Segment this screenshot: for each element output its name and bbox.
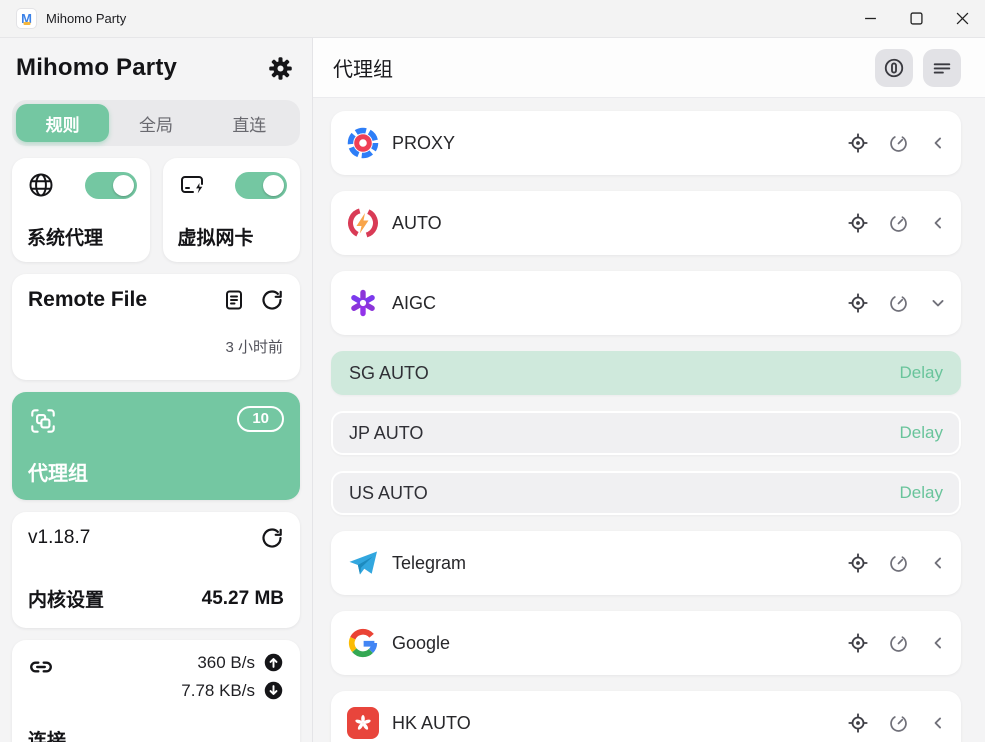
proxy-node-row[interactable]: SG AUTO Delay <box>331 351 961 395</box>
locate-icon[interactable] <box>847 632 869 654</box>
delay-test-gauge-icon[interactable] <box>887 712 909 734</box>
main-header: 代理组 <box>313 38 985 98</box>
download-speed: 7.78 KB/s <box>181 681 255 701</box>
globe-icon <box>27 171 55 199</box>
tab-global-mode[interactable]: 全局 <box>109 104 202 142</box>
core-card[interactable]: v1.18.7 内核设置 45.27 MB <box>12 512 300 628</box>
proxy-node-name: SG AUTO <box>349 363 429 384</box>
proxy-group-row[interactable]: PROXY <box>331 111 961 175</box>
delay-test-gauge-icon[interactable] <box>887 212 909 234</box>
google-g-icon <box>347 627 379 659</box>
lightning-ring-icon <box>347 207 379 239</box>
window-title: Mihomo Party <box>46 11 126 26</box>
proxy-group-row[interactable]: Google <box>331 611 961 675</box>
chevron-left-icon[interactable] <box>927 632 949 654</box>
link-icon <box>28 654 54 680</box>
download-arrow-icon <box>263 680 284 701</box>
proxy-groups-count-badge: 10 <box>237 406 284 432</box>
delay-test-gauge-icon[interactable] <box>887 552 909 574</box>
core-settings-label: 内核设置 <box>28 585 104 612</box>
system-proxy-label: 系统代理 <box>27 223 137 250</box>
system-proxy-toggle[interactable] <box>85 172 137 199</box>
profile-title: Remote File <box>28 288 147 312</box>
restart-core-icon[interactable] <box>260 526 284 550</box>
proxy-groups-icon <box>28 406 58 436</box>
locate-icon[interactable] <box>847 552 869 574</box>
locate-icon[interactable] <box>847 132 869 154</box>
hk-flag-icon <box>347 707 379 739</box>
chevron-left-icon[interactable] <box>927 132 949 154</box>
main-panel: 代理组 PROXY <box>312 38 985 742</box>
proxy-group-name: AIGC <box>392 293 436 314</box>
connections-card[interactable]: 360 B/s 7.78 KB/s <box>12 640 300 742</box>
chevron-down-icon[interactable] <box>927 292 949 314</box>
sidebar-app-title: Mihomo Party <box>16 54 177 82</box>
proxy-group-row[interactable]: AIGC <box>331 271 961 335</box>
upload-speed: 360 B/s <box>197 653 255 673</box>
tun-label: 虚拟网卡 <box>178 223 288 250</box>
chevron-left-icon[interactable] <box>927 712 949 734</box>
tab-direct-mode[interactable]: 直连 <box>203 104 296 142</box>
delay-test-gauge-icon[interactable] <box>887 632 909 654</box>
proxy-groups-label: 代理组 <box>28 457 88 486</box>
edit-file-icon[interactable] <box>222 288 246 312</box>
proxy-group-row[interactable]: AUTO <box>331 191 961 255</box>
refresh-profile-icon[interactable] <box>260 288 284 312</box>
core-version: v1.18.7 <box>28 527 90 549</box>
proxy-group-name: AUTO <box>392 213 442 234</box>
virtual-nic-icon <box>178 171 206 199</box>
proxy-target-icon <box>347 127 379 159</box>
proxy-group-row[interactable]: HK AUTO <box>331 691 961 742</box>
profile-updated-time: 3 小时前 <box>225 336 283 357</box>
locate-icon[interactable] <box>847 292 869 314</box>
maximize-button[interactable] <box>893 0 939 37</box>
tun-toggle[interactable] <box>235 172 287 199</box>
close-button[interactable] <box>939 0 985 37</box>
sidebar: Mihomo Party 规则 全局 直连 <box>0 38 312 742</box>
proxy-group-row[interactable]: Telegram <box>331 531 961 595</box>
settings-gear-icon[interactable] <box>266 54 294 82</box>
proxy-detail-toggle-button[interactable] <box>875 49 913 87</box>
connections-label: 连接 <box>28 726 66 742</box>
proxy-node-name: JP AUTO <box>349 423 423 444</box>
page-title: 代理组 <box>333 53 393 82</box>
proxy-group-name: PROXY <box>392 133 455 154</box>
tab-rule-mode[interactable]: 规则 <box>16 104 109 142</box>
outbound-mode-tabs: 规则 全局 直连 <box>12 100 300 146</box>
chevron-left-icon[interactable] <box>927 212 949 234</box>
delay-label[interactable]: Delay <box>900 363 943 383</box>
proxy-group-list: PROXY <box>313 98 985 742</box>
delay-label[interactable]: Delay <box>900 483 943 503</box>
chevron-left-icon[interactable] <box>927 552 949 574</box>
system-proxy-card[interactable]: 系统代理 <box>12 158 150 262</box>
core-memory-usage: 45.27 MB <box>202 588 284 610</box>
proxy-node-row[interactable]: JP AUTO Delay <box>331 411 961 455</box>
sort-options-button[interactable] <box>923 49 961 87</box>
sidebar-item-proxy-groups[interactable]: 10 代理组 <box>12 392 300 500</box>
openai-flower-icon <box>347 287 379 319</box>
proxy-node-row[interactable]: US AUTO Delay <box>331 471 961 515</box>
window-titlebar: M Mihomo Party <box>0 0 985 38</box>
minimize-button[interactable] <box>847 0 893 37</box>
tun-card[interactable]: 虚拟网卡 <box>163 158 301 262</box>
proxy-group-name: Telegram <box>392 553 466 574</box>
delay-test-gauge-icon[interactable] <box>887 132 909 154</box>
upload-arrow-icon <box>263 652 284 673</box>
locate-icon[interactable] <box>847 212 869 234</box>
delay-test-gauge-icon[interactable] <box>887 292 909 314</box>
proxy-group-name: Google <box>392 633 450 654</box>
proxy-node-name: US AUTO <box>349 483 428 504</box>
app-logo-icon: M <box>17 9 36 28</box>
locate-icon[interactable] <box>847 712 869 734</box>
delay-label[interactable]: Delay <box>900 423 943 443</box>
proxy-group-name: HK AUTO <box>392 713 471 734</box>
telegram-plane-icon <box>347 547 379 579</box>
profile-card[interactable]: Remote File 3 小时前 <box>12 274 300 380</box>
